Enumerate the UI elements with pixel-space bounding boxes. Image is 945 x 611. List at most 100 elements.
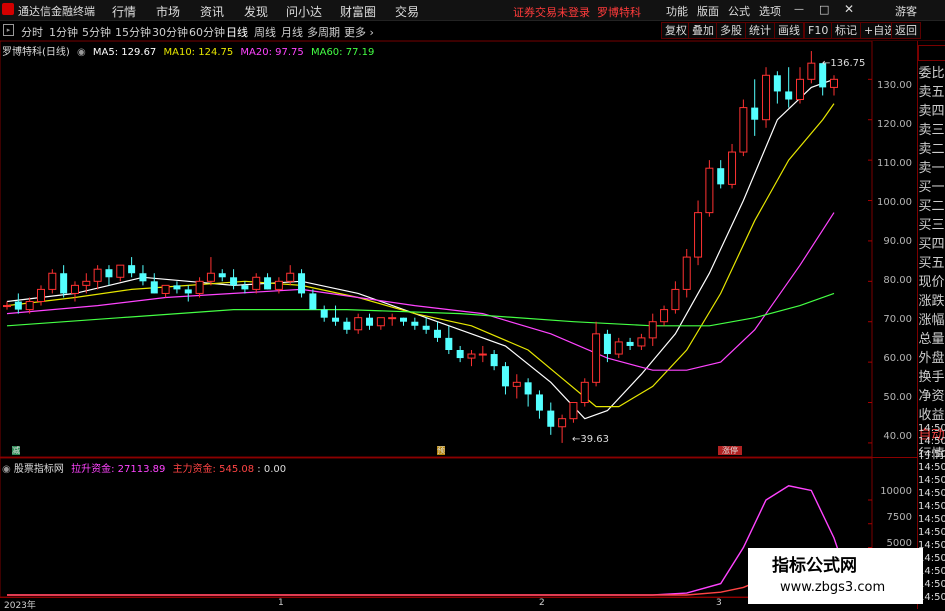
candle-body — [93, 268, 102, 282]
candle-body — [332, 317, 340, 322]
sidebar-item-ask2[interactable]: 卖二 — [918, 138, 945, 157]
candle-body — [614, 341, 623, 355]
indicator-grid — [0, 458, 873, 597]
menu-market-quotes[interactable]: 行情 — [112, 3, 136, 20]
sidebar-item-price[interactable]: 现价 — [918, 271, 945, 290]
candle-body — [739, 107, 748, 153]
menu-wealth-circle[interactable]: 财富圈 — [340, 3, 376, 20]
minimize-icon[interactable]: — — [794, 4, 804, 15]
sidebar-item-volume[interactable]: 总量 — [918, 328, 945, 347]
candle-body — [751, 107, 759, 120]
period-monthly[interactable]: 月线 — [281, 24, 303, 40]
candle-body — [547, 410, 555, 427]
candle-body — [626, 341, 634, 346]
sidebar-item-net-assets[interactable]: 净资 — [918, 385, 945, 404]
menu-options[interactable]: 选项 — [759, 3, 781, 19]
time-label: 14:50 — [918, 449, 945, 460]
ma-line-ma10 — [6, 103, 835, 408]
candle-body — [25, 301, 34, 311]
candle-body — [648, 321, 657, 339]
sidebar-item-change-pct[interactable]: 涨幅 — [918, 309, 945, 328]
period-daily[interactable]: 日线 — [226, 24, 248, 40]
candle-body — [807, 62, 816, 80]
menu-trade[interactable]: 交易 — [395, 3, 419, 20]
low-annotation: ←39.63 — [572, 434, 610, 445]
period-15min[interactable]: 15分钟 — [115, 24, 151, 40]
sidebar-top-box — [918, 45, 945, 61]
menu-news[interactable]: 资讯 — [200, 3, 224, 20]
maximize-icon[interactable]: □ — [819, 3, 829, 16]
sidebar-item-bid5[interactable]: 买五 — [918, 252, 945, 271]
menu-market[interactable]: 市场 — [156, 3, 180, 20]
candle-body — [660, 309, 669, 323]
sidebar-item-ask4[interactable]: 卖四 — [918, 100, 945, 119]
price-label: 120.00 — [877, 119, 912, 130]
sidebar-item-turnover[interactable]: 换手 — [918, 366, 945, 385]
period-30min[interactable]: 30分钟 — [152, 24, 188, 40]
sidebar-item-change[interactable]: 涨跌 — [918, 290, 945, 309]
collapse-icon[interactable]: ▸ — [3, 24, 14, 36]
time-label: 14:50 — [918, 423, 945, 434]
back-button[interactable]: 返回 — [891, 22, 921, 39]
sidebar-item-outer[interactable]: 外盘 — [918, 347, 945, 366]
sidebar-item-bid-ratio[interactable]: 委比 — [918, 62, 945, 81]
sidebar-item-ask3[interactable]: 卖三 — [918, 119, 945, 138]
candle-body — [512, 381, 521, 387]
period-more[interactable]: 更多 › — [344, 24, 374, 40]
indicator-line-1 — [7, 577, 846, 596]
indicator-frame — [0, 458, 873, 597]
guest-login[interactable]: 游客 — [895, 3, 917, 19]
price-label: 40.00 — [883, 431, 912, 442]
menu-ask-assistant[interactable]: 问小达 — [286, 3, 322, 20]
sidebar-item-earnings[interactable]: 收益 — [918, 404, 945, 423]
marker-reduce[interactable]: 减 — [12, 446, 20, 455]
candle-body — [694, 212, 703, 258]
sidebar-item-ask1[interactable]: 卖一 — [918, 157, 945, 176]
candle-body — [785, 91, 793, 100]
price-chart[interactable] — [0, 41, 917, 457]
draw-line-button[interactable]: 画线 — [774, 22, 804, 39]
candle-body — [116, 264, 125, 278]
candle-body — [173, 285, 181, 290]
overlay-button[interactable]: 叠加 — [688, 22, 718, 39]
candle-body — [218, 273, 226, 278]
period-multi[interactable]: 多周期 — [307, 24, 340, 40]
candle-body — [580, 381, 589, 404]
sidebar-item-bid2[interactable]: 买二 — [918, 195, 945, 214]
sidebar-item-bid3[interactable]: 买三 — [918, 214, 945, 233]
ma-lines — [6, 78, 835, 420]
candles — [3, 51, 838, 443]
menu-layout[interactable]: 版面 — [697, 3, 719, 19]
close-icon[interactable]: ✕ — [844, 2, 854, 16]
adjust-button[interactable]: 复权 — [661, 22, 691, 39]
indicator-label: 10000 — [880, 486, 912, 497]
marker-limit-up[interactable]: 涨停 — [718, 446, 742, 455]
period-weekly[interactable]: 周线 — [254, 24, 276, 40]
sidebar-item-bid1[interactable]: 买一 — [918, 176, 945, 195]
login-notice[interactable]: 证券交易未登录 罗博特科 — [513, 4, 641, 20]
indicator-label: 7500 — [886, 512, 912, 523]
period-60min[interactable]: 60分钟 — [189, 24, 225, 40]
candle-body — [796, 78, 805, 101]
menu-functions[interactable]: 功能 — [666, 3, 688, 19]
sidebar-item-ask5[interactable]: 卖五 — [918, 81, 945, 100]
period-5min[interactable]: 5分钟 — [82, 24, 111, 40]
menu-discover[interactable]: 发现 — [244, 3, 268, 20]
statistics-button[interactable]: 统计 — [745, 22, 775, 39]
period-1min[interactable]: 1分钟 — [49, 24, 78, 40]
menu-formula[interactable]: 公式 — [728, 3, 750, 19]
candle-body — [592, 333, 601, 383]
candle-body — [264, 277, 272, 290]
marker-forecast[interactable]: 预 — [437, 446, 445, 455]
f10-button[interactable]: F10 — [804, 22, 833, 39]
candle-body — [128, 265, 136, 274]
candle-body — [252, 276, 261, 290]
period-intraday[interactable]: 分时 — [21, 24, 43, 40]
candle-body — [354, 317, 363, 331]
mark-button[interactable]: 标记 — [831, 22, 861, 39]
candle-body — [206, 272, 215, 282]
candle-body — [603, 333, 611, 355]
candle-body — [139, 273, 147, 282]
multi-stock-button[interactable]: 多股 — [716, 22, 746, 39]
sidebar-item-bid4[interactable]: 买四 — [918, 233, 945, 252]
